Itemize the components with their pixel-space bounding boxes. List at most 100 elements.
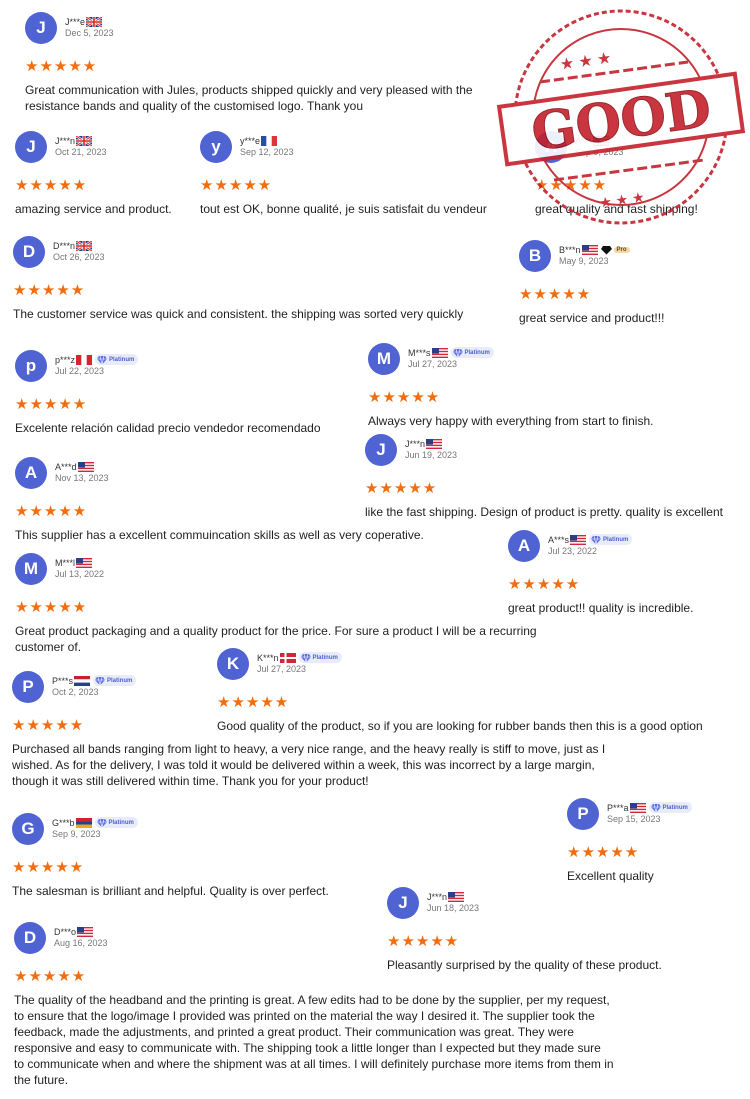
uk-flag-icon xyxy=(76,240,93,251)
review-text: Excelente relación calidad precio vended… xyxy=(15,421,321,435)
diamond-icon xyxy=(96,818,107,828)
review-text: Purchased all bands ranging from light t… xyxy=(12,742,606,788)
review-date: Sep 9, 2023 xyxy=(52,829,101,839)
user-avatar: G xyxy=(12,813,44,845)
username: D***n xyxy=(53,240,76,251)
user-avatar: p xyxy=(15,350,47,382)
username: J***n xyxy=(427,891,448,902)
us-flag-icon xyxy=(570,534,587,545)
us-flag-icon xyxy=(448,891,465,902)
review-text: Excellent quality xyxy=(567,869,654,883)
username: A***d xyxy=(55,461,77,472)
review-date: Oct 26, 2023 xyxy=(53,252,105,262)
good-stamp: GOOD ★ ★ ★ ★ ★ ★ xyxy=(496,9,746,225)
review-text: The customer service was quick and consi… xyxy=(13,307,464,321)
review-text: Pleasantly surprised by the quality of t… xyxy=(387,958,662,972)
user-avatar: M xyxy=(368,343,400,375)
platinum-badge: Platinum xyxy=(450,347,494,359)
star-rating: ★★★★★ xyxy=(12,859,85,876)
star-rating: ★★★★★ xyxy=(15,503,88,520)
review-date: Oct 21, 2023 xyxy=(55,147,107,157)
platinum-badge: Platinum xyxy=(589,534,633,546)
denmark-flag-icon xyxy=(279,652,296,663)
review-date: Sep 15, 2023 xyxy=(607,814,661,824)
us-flag-icon xyxy=(426,438,443,449)
review-text: Good quality of the product, so if you a… xyxy=(217,719,703,733)
france-flag-icon xyxy=(261,135,278,146)
star-rating: ★★★★★ xyxy=(25,58,98,75)
star-rating: ★★★★★ xyxy=(15,177,88,194)
user-avatar: J xyxy=(365,434,397,466)
review-text: The salesman is brilliant and helpful. Q… xyxy=(12,884,329,898)
star-rating: ★★★★★ xyxy=(508,576,581,593)
star-rating: ★★★★★ xyxy=(13,282,86,299)
username: B***n xyxy=(559,244,581,255)
diamond-icon xyxy=(452,348,463,358)
us-flag-icon xyxy=(581,244,598,255)
us-flag-icon xyxy=(76,557,93,568)
user-avatar: D xyxy=(14,922,46,954)
user-avatar: J xyxy=(387,887,419,919)
us-flag-icon xyxy=(77,926,94,937)
user-avatar: A xyxy=(15,457,47,489)
user-avatar: J xyxy=(25,12,57,44)
username: D***o xyxy=(54,926,77,937)
star-rating: ★★★★★ xyxy=(387,933,460,950)
review-text: Always very happy with everything from s… xyxy=(368,414,654,428)
user-avatar: J xyxy=(15,131,47,163)
username: p***z xyxy=(55,354,76,365)
username: A*** xyxy=(575,135,592,146)
us-flag-icon xyxy=(629,802,646,813)
review-date: Jul 27, 2023 xyxy=(408,359,458,369)
review-date: Dec 5, 2023 xyxy=(65,28,114,38)
review-date: Jul 27, 2023 xyxy=(257,664,307,674)
platinum-badge: Platinum xyxy=(95,354,139,366)
star-rating: ★★★★★ xyxy=(12,717,85,734)
user-avatar: B xyxy=(519,240,551,272)
netherlands-flag-icon xyxy=(74,675,91,686)
review-text: This supplier has a excellent commuincat… xyxy=(15,528,424,542)
review-date: Nov 13, 2023 xyxy=(55,473,109,483)
review-date: Oct 2, 2023 xyxy=(52,687,99,697)
star-rating: ★★★★★ xyxy=(15,599,88,616)
armenia-flag-icon xyxy=(75,817,92,828)
user-avatar: A xyxy=(508,530,540,562)
user-avatar: A xyxy=(535,131,567,163)
username: P***s xyxy=(52,675,74,686)
username: J***n xyxy=(405,438,426,449)
platinum-badge: Platinum xyxy=(298,652,342,664)
black-diamond-icon xyxy=(600,245,612,255)
us-flag-icon xyxy=(592,135,609,146)
star-rating: ★★★★★ xyxy=(519,286,592,303)
star-rating: ★★★★★ xyxy=(14,968,87,985)
username: M***l xyxy=(55,557,76,568)
diamond-icon xyxy=(300,653,311,663)
username: J***e xyxy=(65,16,86,27)
username: P***a xyxy=(607,802,629,813)
review-date: Jun 19, 2023 xyxy=(405,450,458,460)
review-date: May 9, 2023 xyxy=(559,256,609,266)
diamond-icon xyxy=(650,803,661,813)
uk-flag-icon xyxy=(76,135,93,146)
review-date: Jul 13, 2022 xyxy=(55,569,105,579)
diamond-icon xyxy=(95,676,106,686)
review-text: like the fast shipping. Design of produc… xyxy=(365,505,723,519)
star-rating: ★★★★★ xyxy=(567,844,640,861)
user-avatar: y xyxy=(200,131,232,163)
username: M***s xyxy=(408,347,431,358)
diamond-icon xyxy=(591,535,602,545)
review-text: great product!! quality is incredible. xyxy=(508,601,694,615)
review-date: Jul 23, 2022 xyxy=(548,546,598,556)
username: A***s xyxy=(548,534,570,545)
review-date: Jul 22, 2023 xyxy=(55,366,105,376)
star-rating: ★★★★★ xyxy=(368,389,441,406)
user-avatar: P xyxy=(12,671,44,703)
review-date: Jun 18, 2023 xyxy=(427,903,480,913)
username: J***n xyxy=(55,135,76,146)
star-rating: ★★★★★ xyxy=(200,177,273,194)
username: K***n xyxy=(257,652,279,663)
username: G***b xyxy=(52,817,75,828)
review-date: Sep 12, 2023 xyxy=(240,147,294,157)
diamond-icon xyxy=(97,355,108,365)
review-date: Sep 9, 2023 xyxy=(575,147,624,157)
